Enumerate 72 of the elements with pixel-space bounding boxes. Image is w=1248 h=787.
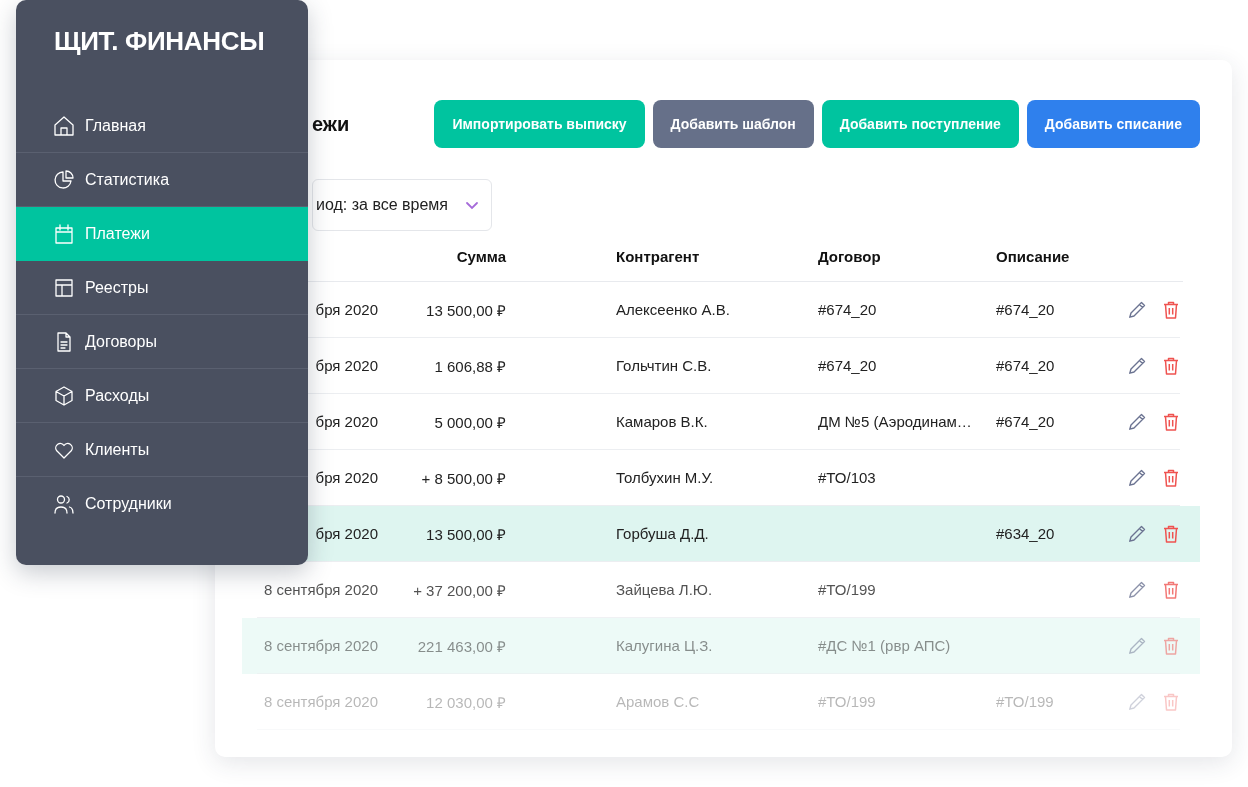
trash-icon[interactable] <box>1162 355 1180 376</box>
contract-cell-text: #ДС №1 (рвр АПС) <box>818 637 952 654</box>
pencil-icon[interactable] <box>1127 467 1147 488</box>
users-icon <box>53 492 75 515</box>
date-cell-text: бря 2020 <box>314 469 378 486</box>
date-cell-text: 8 сентября 2020 <box>262 637 378 654</box>
column-header: Контрагент <box>616 247 701 265</box>
amount-cell-text: 221 463,00 ₽ <box>416 636 506 656</box>
column-header: Описание <box>996 247 1071 265</box>
pencil-icon[interactable] <box>1127 355 1147 376</box>
column-header: Договор <box>818 247 882 265</box>
trash-icon[interactable] <box>1162 299 1180 320</box>
description-cell-text: #ТО/199 <box>996 693 1055 710</box>
date-cell-text: бря 2020 <box>314 525 378 542</box>
counterparty-cell-text: Горбуша Д.Д. <box>616 525 710 542</box>
amount-cell-text: 13 500,00 ₽ <box>425 300 506 320</box>
pencil-icon[interactable] <box>1127 635 1147 656</box>
pencil-icon[interactable] <box>1127 579 1147 600</box>
amount-cell-text: 12 030,00 ₽ <box>425 692 506 712</box>
pencil-icon[interactable] <box>1127 411 1147 432</box>
contract-cell-text: #ТО/199 <box>818 581 877 598</box>
counterparty-cell-text: Гольчтин С.В. <box>616 357 713 374</box>
description-cell-text: #674_20 <box>996 301 1056 318</box>
column-header: Сумма <box>455 247 506 265</box>
trash-icon[interactable] <box>1162 635 1180 656</box>
counterparty-cell-text: Камаров В.К. <box>616 413 709 430</box>
counterparty-cell-text: Калугина Ц.З. <box>616 637 714 654</box>
amount-cell-text: 13 500,00 ₽ <box>425 524 506 544</box>
chevron-down-icon <box>465 200 479 210</box>
sidebar-item[interactable]: Расходы <box>16 369 308 423</box>
logo: ЩИТ. ФИНАНСЫ <box>54 26 266 57</box>
sidebar-item[interactable]: Главная <box>16 99 308 153</box>
period-select[interactable]: иод: за все время <box>312 179 492 231</box>
pencil-icon[interactable] <box>1127 523 1147 544</box>
layout-icon <box>53 276 75 299</box>
sidebar-item[interactable]: Клиенты <box>16 423 308 477</box>
amount-cell-text: + 37 200,00 ₽ <box>412 580 506 600</box>
counterparty-cell-text: Арамов С.С <box>616 693 701 710</box>
counterparty-cell-text: Зайцева Л.Ю. <box>616 581 714 598</box>
date-cell-text: бря 2020 <box>314 357 378 374</box>
description-cell-text: #634_20 <box>996 525 1056 542</box>
description-cell-text: #674_20 <box>996 357 1056 374</box>
action-button[interactable]: Добавить шаблон <box>652 100 814 148</box>
date-cell-text: 8 сентября 2020 <box>262 693 378 710</box>
date-cell-text: бря 2020 <box>314 413 378 430</box>
amount-cell-text: 1 606,88 ₽ <box>433 356 506 376</box>
contract-cell-text: #ТО/199 <box>818 693 877 710</box>
trash-icon[interactable] <box>1162 579 1180 600</box>
date-cell-text: бря 2020 <box>314 301 378 318</box>
contract-cell-text: #674_20 <box>818 357 878 374</box>
description-cell-text: #674_20 <box>996 413 1056 430</box>
pie-chart-icon <box>53 168 75 191</box>
contract-cell-text: #674_20 <box>818 301 878 318</box>
sidebar-item[interactable]: Договоры <box>16 315 308 369</box>
home-icon <box>53 114 75 137</box>
sidebar-item[interactable]: Сотрудники <box>16 477 308 530</box>
amount-cell-text: 5 000,00 ₽ <box>433 412 506 432</box>
sidebar-item[interactable]: Реестры <box>16 261 308 315</box>
action-button[interactable]: Добавить списание <box>1026 100 1200 148</box>
trash-icon[interactable] <box>1162 523 1180 544</box>
counterparty-cell-text: Толбухин М.У. <box>616 469 715 486</box>
page-title: ежи <box>312 112 350 136</box>
amount-cell-text: + 8 500,00 ₽ <box>420 468 506 488</box>
contract-cell-text: ДМ №5 (Аэродинам… <box>818 413 973 430</box>
cube-icon <box>53 384 75 407</box>
trash-icon[interactable] <box>1162 411 1180 432</box>
pencil-icon[interactable] <box>1127 299 1147 320</box>
trash-icon[interactable] <box>1162 467 1180 488</box>
contract-cell-text: #ТО/103 <box>818 469 877 486</box>
counterparty-cell-text: Алексеенко А.В. <box>616 301 731 318</box>
date-cell-text: 8 сентября 2020 <box>262 581 378 598</box>
calendar-icon <box>53 222 75 245</box>
